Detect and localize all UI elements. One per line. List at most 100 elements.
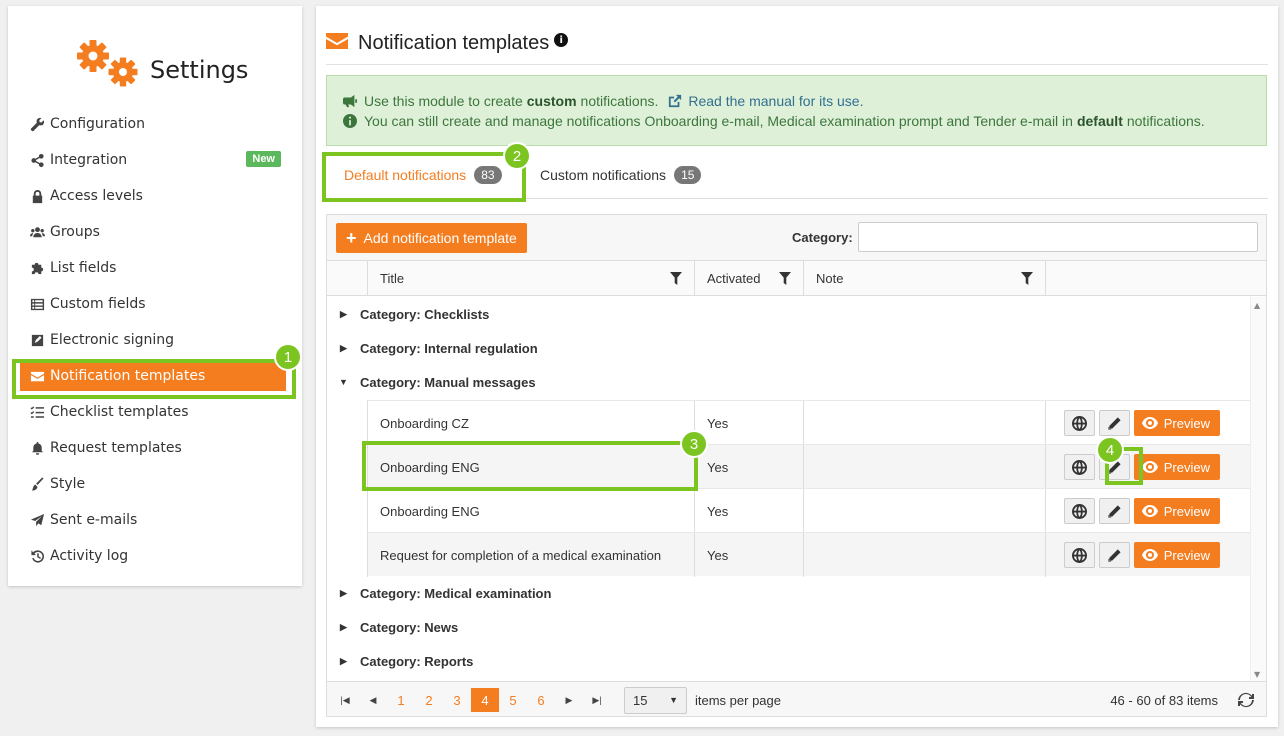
edit-button[interactable] <box>1098 410 1130 436</box>
wrench-icon <box>28 115 46 133</box>
row-note <box>803 445 1045 489</box>
items-per-page-select[interactable]: 15 ▼ <box>624 687 687 714</box>
preview-button[interactable]: Preview <box>1133 542 1220 568</box>
alert-text-2: You can still create and manage notifica… <box>364 113 1073 129</box>
group-row-medical-examination[interactable]: ▶ Category: Medical examination <box>327 576 1250 610</box>
column-header-title[interactable]: Title <box>367 261 694 296</box>
category-filter-input[interactable] <box>858 222 1258 252</box>
group-label: Category: Manual messages <box>360 374 536 390</box>
edit-button[interactable] <box>1098 498 1130 524</box>
notification-tabs: Default notifications 83 Custom notifica… <box>326 156 1268 199</box>
group-label: Category: Medical examination <box>360 585 552 601</box>
scroll-up-icon[interactable]: ▲ <box>1254 301 1260 310</box>
expand-caret-icon[interactable]: ▶ <box>327 343 360 354</box>
table-row[interactable]: Request for completion of a medical exam… <box>367 532 1250 577</box>
sidebar-item-style[interactable]: Style <box>8 466 302 502</box>
preview-button[interactable]: Preview <box>1133 498 1220 524</box>
tab-label: Custom notifications <box>540 167 667 183</box>
settings-sidebar: Settings Configuration Integration New A… <box>8 6 302 586</box>
callout-badge-4: 4 <box>1096 436 1124 464</box>
tab-label: Default notifications <box>344 167 467 183</box>
row-action-buttons: Preview <box>1063 454 1220 480</box>
refresh-icon[interactable] <box>1238 692 1254 708</box>
scroll-down-icon[interactable]: ▼ <box>1254 670 1260 679</box>
preview-button[interactable]: Preview <box>1133 410 1220 436</box>
info-circle-icon <box>343 114 357 128</box>
page-5[interactable]: 5 <box>499 688 527 712</box>
puzzle-icon <box>28 259 46 277</box>
column-label: Title <box>380 271 405 286</box>
pencil-icon <box>1108 416 1121 430</box>
sidebar-item-label: Activity log <box>50 548 129 564</box>
list-icon <box>28 295 46 313</box>
tab-custom-notifications[interactable]: Custom notifications 15 <box>540 166 702 184</box>
filter-icon[interactable] <box>1021 272 1033 285</box>
sidebar-item-sent-emails[interactable]: Sent e-mails <box>8 502 302 538</box>
manual-link[interactable]: Read the manual for its use. <box>668 91 863 111</box>
preview-label: Preview <box>1163 547 1210 563</box>
sidebar-item-access-levels[interactable]: Access levels <box>8 178 302 214</box>
sidebar-item-list-fields[interactable]: List fields <box>8 250 302 286</box>
megaphone-icon <box>343 94 357 108</box>
info-icon[interactable]: i <box>554 33 569 47</box>
row-note <box>803 533 1045 577</box>
tab-default-notifications[interactable]: Default notifications 83 <box>344 166 502 184</box>
expand-caret-icon[interactable]: ▶ <box>327 656 360 667</box>
translations-button[interactable] <box>1063 498 1095 524</box>
row-activated: Yes <box>694 533 803 577</box>
expand-caret-icon[interactable]: ▶ <box>327 622 360 633</box>
sidebar-item-integration[interactable]: Integration New <box>8 142 302 178</box>
sidebar-item-custom-fields[interactable]: Custom fields <box>8 286 302 322</box>
pencil-icon <box>1108 548 1121 562</box>
translations-button[interactable] <box>1063 542 1095 568</box>
column-header-activated[interactable]: Activated <box>694 261 803 296</box>
row-title: Onboarding ENG <box>367 489 694 533</box>
sidebar-item-notification-templates[interactable]: Notification templates <box>20 361 286 391</box>
sidebar-item-request-templates[interactable]: Request templates <box>8 430 302 466</box>
bell-icon <box>28 439 46 457</box>
expand-caret-icon[interactable]: ▶ <box>327 588 360 599</box>
vertical-scrollbar[interactable]: ▲ ▼ <box>1250 297 1266 683</box>
checklist-icon <box>28 403 46 421</box>
sidebar-item-activity-log[interactable]: Activity log <box>8 538 302 574</box>
page-1[interactable]: 1 <box>387 688 415 712</box>
sidebar-item-label: Integration <box>50 152 128 168</box>
edit-button[interactable] <box>1098 542 1130 568</box>
group-row-news[interactable]: ▶ Category: News <box>327 610 1250 644</box>
sidebar-item-groups[interactable]: Groups <box>8 214 302 250</box>
add-notification-template-button[interactable]: + Add notification template <box>336 223 527 253</box>
collapse-caret-icon[interactable]: ▼ <box>327 377 360 387</box>
row-action-buttons: Preview <box>1063 498 1220 524</box>
expand-caret-icon[interactable]: ▶ <box>327 309 360 320</box>
manual-link-text: Read the manual for its use. <box>688 93 864 109</box>
items-range: 46 - 60 of 83 items <box>1110 693 1218 708</box>
next-page-icon[interactable]: ▶ <box>555 688 583 712</box>
column-header-note[interactable]: Note <box>803 261 1045 296</box>
page-2[interactable]: 2 <box>415 688 443 712</box>
page-4-current[interactable]: 4 <box>471 688 499 712</box>
group-row-internal-regulation[interactable]: ▶ Category: Internal regulation <box>327 331 1250 365</box>
alert-text-2-post: notifications. <box>1126 113 1205 129</box>
page-6[interactable]: 6 <box>527 688 555 712</box>
callout-badge-3: 3 <box>680 430 708 458</box>
row-activated: Yes <box>694 489 803 533</box>
table-row[interactable]: Onboarding ENG Yes Preview <box>367 488 1250 533</box>
group-row-reports[interactable]: ▶ Category: Reports <box>327 644 1250 678</box>
preview-button[interactable]: Preview <box>1133 454 1220 480</box>
filter-icon[interactable] <box>670 272 682 285</box>
signature-icon <box>28 331 46 349</box>
first-page-icon[interactable]: |◀ <box>331 688 359 712</box>
group-row-checklists[interactable]: ▶ Category: Checklists <box>327 297 1250 331</box>
last-page-icon[interactable]: ▶| <box>583 688 611 712</box>
sidebar-item-configuration[interactable]: Configuration <box>8 106 302 142</box>
chevron-down-icon: ▼ <box>669 695 678 705</box>
translations-button[interactable] <box>1063 410 1095 436</box>
filter-icon[interactable] <box>779 272 791 285</box>
group-row-manual-messages[interactable]: ▼ Category: Manual messages <box>327 365 1250 399</box>
globe-icon <box>1071 415 1087 431</box>
translations-button[interactable] <box>1063 454 1095 480</box>
sidebar-item-checklist-templates[interactable]: Checklist templates <box>8 394 302 430</box>
previous-page-icon[interactable]: ◀ <box>359 688 387 712</box>
page-3[interactable]: 3 <box>443 688 471 712</box>
sidebar-item-electronic-signing[interactable]: Electronic signing <box>8 322 302 358</box>
